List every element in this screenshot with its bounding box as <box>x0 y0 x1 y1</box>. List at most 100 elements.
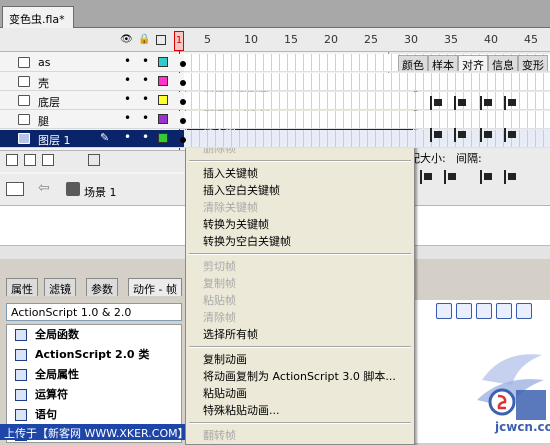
keyframe-dot[interactable] <box>180 80 186 86</box>
layer-row[interactable]: as • • <box>0 54 184 72</box>
align-button-icon[interactable] <box>480 170 494 184</box>
lock-dot[interactable]: • <box>142 111 149 125</box>
bottom-panel-tab[interactable]: 属性 <box>6 278 38 296</box>
scene-label[interactable]: 场景 1 <box>84 184 117 200</box>
edit-scene-icon[interactable] <box>6 182 24 196</box>
frame-row[interactable] <box>184 111 550 129</box>
keyframe-dot[interactable] <box>180 137 186 143</box>
align-button-icon[interactable] <box>430 128 444 142</box>
menu-item[interactable]: 选择所有帧 <box>187 326 413 343</box>
menu-item[interactable]: 插入关键帧 <box>187 165 413 182</box>
script-assist-icon[interactable] <box>436 303 452 319</box>
lock-dot[interactable]: • <box>142 54 149 68</box>
align-button-icon[interactable] <box>454 96 468 110</box>
frame-row[interactable] <box>184 92 550 110</box>
menu-item[interactable]: 粘贴动画 <box>187 385 413 402</box>
keyframe-dot[interactable] <box>180 118 186 124</box>
lock-dot[interactable]: • <box>142 130 149 144</box>
layer-row[interactable]: 腿 • • <box>0 111 184 129</box>
actions-category[interactable]: ActionScript 2.0 类 <box>7 345 181 365</box>
layer-icon <box>18 114 30 125</box>
align-button-icon[interactable] <box>504 170 518 184</box>
layer-name: 腿 <box>38 115 49 128</box>
outline-color-swatch[interactable] <box>158 114 168 124</box>
menu-separator <box>189 253 411 255</box>
actionscript-version-select[interactable]: ActionScript 1.0 & 2.0 <box>6 303 182 321</box>
category-label: 全局函数 <box>35 328 79 341</box>
menu-item[interactable]: 插入空白关键帧 <box>187 182 413 199</box>
visibility-dot[interactable]: • <box>124 130 131 144</box>
align-button-icon[interactable] <box>420 170 434 184</box>
keyframe-dot[interactable] <box>180 99 186 105</box>
menu-item[interactable]: 转换为关键帧 <box>187 216 413 233</box>
outline-color-swatch[interactable] <box>158 76 168 86</box>
lock-dot[interactable]: • <box>142 73 149 87</box>
keyframe-dot[interactable] <box>180 61 186 67</box>
align-panel-tab[interactable]: 信息 <box>488 55 518 72</box>
book-icon <box>15 329 27 341</box>
align-panel-tab[interactable]: 对齐 <box>458 55 488 72</box>
frame-row[interactable] <box>184 73 550 91</box>
actions-category[interactable]: 运算符 <box>7 385 181 405</box>
align-button-icon[interactable] <box>504 96 518 110</box>
bottom-panel-tab[interactable]: 滤镜 <box>44 278 76 296</box>
frame-number: 40 <box>484 33 498 46</box>
category-label: 全局属性 <box>35 368 79 381</box>
scene-icon <box>66 182 80 196</box>
help-icon[interactable] <box>516 303 532 319</box>
actions-category[interactable]: 语句 <box>7 405 181 425</box>
outline-color-swatch[interactable] <box>158 95 168 105</box>
outline-icon[interactable] <box>156 35 166 45</box>
visibility-dot[interactable]: • <box>124 92 131 106</box>
eye-icon[interactable]: 👁 <box>120 34 133 46</box>
outline-color-swatch[interactable] <box>158 133 168 143</box>
align-button-icon[interactable] <box>504 128 518 142</box>
bottom-panel-tab[interactable]: 动作 - 帧 <box>128 278 182 296</box>
menu-separator <box>189 346 411 348</box>
new-folder-icon[interactable] <box>42 154 54 166</box>
frame-number: 25 <box>364 33 378 46</box>
book-icon <box>15 369 27 381</box>
frame-number: 30 <box>404 33 418 46</box>
menu-item: 清除帧 <box>203 311 236 324</box>
align-panel-tab[interactable]: 变形 <box>518 55 548 72</box>
bottom-panel-tab[interactable]: 参数 <box>86 278 118 296</box>
book-icon <box>15 349 27 361</box>
visibility-dot[interactable]: • <box>124 73 131 87</box>
align-button-icon[interactable] <box>480 96 494 110</box>
outline-color-swatch[interactable] <box>158 57 168 67</box>
back-arrow-icon[interactable]: ⇦ <box>38 180 50 196</box>
actions-category[interactable]: 全局函数 <box>7 325 181 345</box>
add-guide-layer-icon[interactable] <box>24 154 36 166</box>
frame-number: 15 <box>284 33 298 46</box>
lock-icon[interactable]: 🔒 <box>138 34 150 46</box>
align-panel-tab[interactable]: 颜色 <box>398 55 428 72</box>
align-button-icon[interactable] <box>430 96 444 110</box>
layer-row[interactable]: 壳 • • <box>0 73 184 91</box>
debug-icon[interactable] <box>476 303 492 319</box>
frame-row[interactable] <box>184 130 550 148</box>
menu-item[interactable]: 将动画复制为 ActionScript 3.0 脚本... <box>187 368 413 385</box>
delete-layer-icon[interactable] <box>88 154 100 166</box>
layer-row[interactable]: 图层 1 • • ✎ <box>0 130 184 148</box>
visibility-dot[interactable]: • <box>124 111 131 125</box>
align-button-icon[interactable] <box>444 170 458 184</box>
playhead[interactable]: 1 <box>174 31 184 51</box>
lock-dot[interactable]: • <box>142 92 149 106</box>
align-button-icon[interactable] <box>454 128 468 142</box>
menu-item[interactable]: 复制动画 <box>187 351 413 368</box>
menu-item[interactable]: 特殊粘贴动画... <box>187 402 413 419</box>
visibility-dot[interactable]: • <box>124 54 131 68</box>
frame-number: 45 <box>524 33 538 46</box>
layer-icon <box>18 133 30 144</box>
align-button-icon[interactable] <box>480 128 494 142</box>
layer-row[interactable]: 底层 • • <box>0 92 184 110</box>
menu-item: 复制帧 <box>203 277 236 290</box>
actions-category[interactable]: 全局属性 <box>7 365 181 385</box>
find-icon[interactable] <box>456 303 472 319</box>
menu-item[interactable]: 转换为空白关键帧 <box>187 233 413 250</box>
align-panel-tab[interactable]: 样本 <box>428 55 458 72</box>
reference-icon[interactable] <box>496 303 512 319</box>
new-layer-icon[interactable] <box>6 154 18 166</box>
document-tab[interactable]: 变色虫.fla* <box>2 6 74 28</box>
